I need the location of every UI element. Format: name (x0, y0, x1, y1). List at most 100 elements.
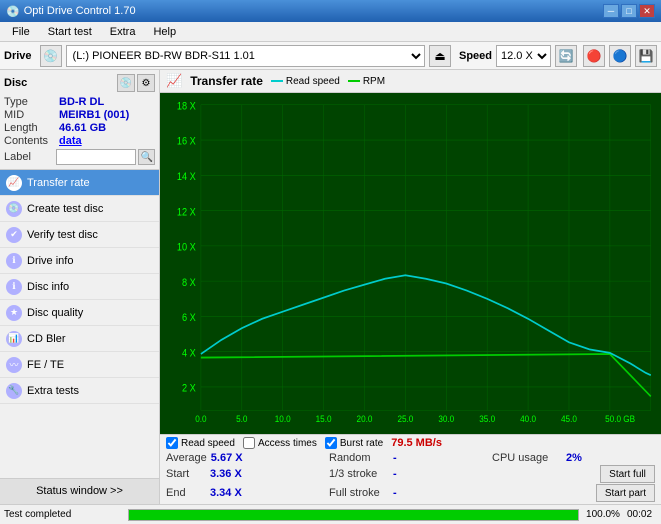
status-window-label: Status window >> (36, 485, 123, 497)
svg-text:4 X: 4 X (182, 348, 196, 360)
eject-button[interactable]: ⏏ (429, 45, 451, 67)
main-content: Disc 💿 ⚙ Type BD-R DL MID MEIRB1 (001) L… (0, 70, 661, 504)
legend-read-speed: Read speed (271, 76, 340, 87)
nav-cd-bler[interactable]: 📊 CD Bler (0, 326, 159, 352)
svg-text:16 X: 16 X (177, 136, 196, 148)
nav-disc-info-label: Disc info (27, 281, 69, 293)
legend-read-speed-color (271, 80, 283, 82)
full-stroke-label: Full stroke (329, 487, 389, 499)
average-label: Average (166, 452, 207, 464)
start-full-button[interactable]: Start full (600, 465, 655, 483)
disc-label-key: Label (4, 151, 54, 163)
svg-text:18 X: 18 X (177, 101, 196, 113)
svg-text:25.0: 25.0 (397, 414, 413, 425)
speed-label: Speed (459, 50, 492, 62)
disc-mid-value: MEIRB1 (001) (59, 109, 129, 121)
drive-label: Drive (4, 50, 32, 62)
nav-disc-info[interactable]: ℹ Disc info (0, 274, 159, 300)
status-text: Test completed (4, 509, 124, 520)
stat-start-part: Start part (492, 484, 655, 502)
menu-file[interactable]: File (4, 24, 38, 40)
menu-start-test[interactable]: Start test (40, 24, 100, 40)
disc-length-row: Length 46.61 GB (4, 122, 155, 134)
sidebar: Disc 💿 ⚙ Type BD-R DL MID MEIRB1 (001) L… (0, 70, 160, 504)
one-third-stroke-value: - (393, 468, 413, 480)
app-icon: 💿 (6, 5, 20, 18)
minimize-button[interactable]: ─ (603, 4, 619, 18)
stat-full-stroke: Full stroke - (329, 484, 492, 502)
close-button[interactable]: ✕ (639, 4, 655, 18)
drive-action-btn1[interactable]: 🔴 (583, 45, 605, 67)
menu-help[interactable]: Help (145, 24, 184, 40)
nav-fe-te[interactable]: 〰 FE / TE (0, 352, 159, 378)
drive-action-btn2[interactable]: 🔵 (609, 45, 631, 67)
burst-rate-checkbox[interactable] (325, 437, 337, 449)
read-speed-checkbox-text: Read speed (181, 438, 235, 449)
svg-text:6 X: 6 X (182, 313, 196, 325)
title-bar-controls: ─ □ ✕ (603, 4, 655, 18)
disc-label-button[interactable]: 🔍 (138, 149, 155, 165)
stats-row-start: Start 3.36 X 1/3 stroke - Start full (166, 465, 655, 483)
burst-rate-checkbox-text: Burst rate (340, 438, 383, 449)
chart-area: 📈 Transfer rate Read speed RPM (160, 70, 661, 504)
menu-bar: File Start test Extra Help (0, 22, 661, 42)
chart-icon: 📈 (166, 73, 182, 89)
disc-label-input[interactable] (56, 149, 136, 165)
svg-text:0.0: 0.0 (195, 414, 206, 425)
access-times-checkbox[interactable] (243, 437, 255, 449)
random-value: - (393, 452, 413, 464)
disc-length-value: 46.61 GB (59, 122, 106, 134)
create-test-disc-icon: 💿 (6, 201, 22, 217)
nav-drive-info[interactable]: ℹ Drive info (0, 248, 159, 274)
average-value: 5.67 X (211, 452, 246, 464)
nav-disc-quality-label: Disc quality (27, 307, 83, 319)
speed-select[interactable]: 12.0 X (496, 45, 551, 67)
svg-text:8 X: 8 X (182, 277, 196, 289)
svg-text:15.0: 15.0 (316, 414, 332, 425)
cpu-value: 2% (566, 452, 582, 464)
disc-header: Disc 💿 ⚙ (4, 74, 155, 92)
svg-text:10 X: 10 X (177, 242, 196, 254)
svg-text:30.0: 30.0 (438, 414, 454, 425)
read-speed-checkbox-label: Read speed (166, 437, 235, 449)
stat-start: Start 3.36 X (166, 465, 329, 483)
access-times-checkbox-label: Access times (243, 437, 317, 449)
start-part-button[interactable]: Start part (596, 484, 655, 502)
maximize-button[interactable]: □ (621, 4, 637, 18)
drive-select[interactable]: (L:) PIONEER BD-RW BDR-S11 1.01 (66, 45, 425, 67)
stat-cpu: CPU usage 2% (492, 452, 655, 464)
svg-text:12 X: 12 X (177, 207, 196, 219)
status-window-button[interactable]: Status window >> (0, 478, 159, 504)
nav-extra-tests[interactable]: 🔧 Extra tests (0, 378, 159, 404)
read-speed-checkbox[interactable] (166, 437, 178, 449)
status-bar: Test completed 100.0% 00:02 (0, 504, 661, 524)
stat-random: Random - (329, 452, 492, 464)
sidebar-spacer (0, 404, 159, 478)
legend-rpm-color (348, 80, 360, 82)
disc-contents-value[interactable]: data (59, 135, 82, 147)
end-label: End (166, 487, 206, 499)
stat-1-3-stroke: 1/3 stroke - (329, 465, 492, 483)
nav-create-test-disc[interactable]: 💿 Create test disc (0, 196, 159, 222)
svg-text:20.0: 20.0 (357, 414, 373, 425)
time-text: 00:02 (627, 509, 657, 520)
speed-refresh-button[interactable]: 🔄 (555, 45, 577, 67)
drive-save-button[interactable]: 💾 (635, 45, 657, 67)
nav-transfer-rate[interactable]: 📈 Transfer rate (0, 170, 159, 196)
legend-rpm: RPM (348, 76, 385, 87)
chart-svg: 18 X 16 X 14 X 12 X 10 X 8 X 6 X 4 X 2 X… (160, 93, 661, 434)
cd-bler-icon: 📊 (6, 331, 22, 347)
nav-fe-te-label: FE / TE (27, 359, 64, 371)
disc-icon1[interactable]: 💿 (117, 74, 135, 92)
disc-icon2[interactable]: ⚙ (137, 74, 155, 92)
disc-type-row: Type BD-R DL (4, 96, 155, 108)
menu-extra[interactable]: Extra (102, 24, 144, 40)
nav-disc-quality[interactable]: ★ Disc quality (0, 300, 159, 326)
nav-extra-tests-label: Extra tests (27, 385, 79, 397)
disc-length-key: Length (4, 122, 59, 134)
svg-text:45.0: 45.0 (561, 414, 577, 425)
checkboxes-row: Read speed Access times Burst rate 79.5 … (166, 437, 655, 449)
nav-verify-test-disc[interactable]: ✔ Verify test disc (0, 222, 159, 248)
full-stroke-value: - (393, 487, 413, 499)
drive-icon-button[interactable]: 💿 (40, 45, 62, 67)
